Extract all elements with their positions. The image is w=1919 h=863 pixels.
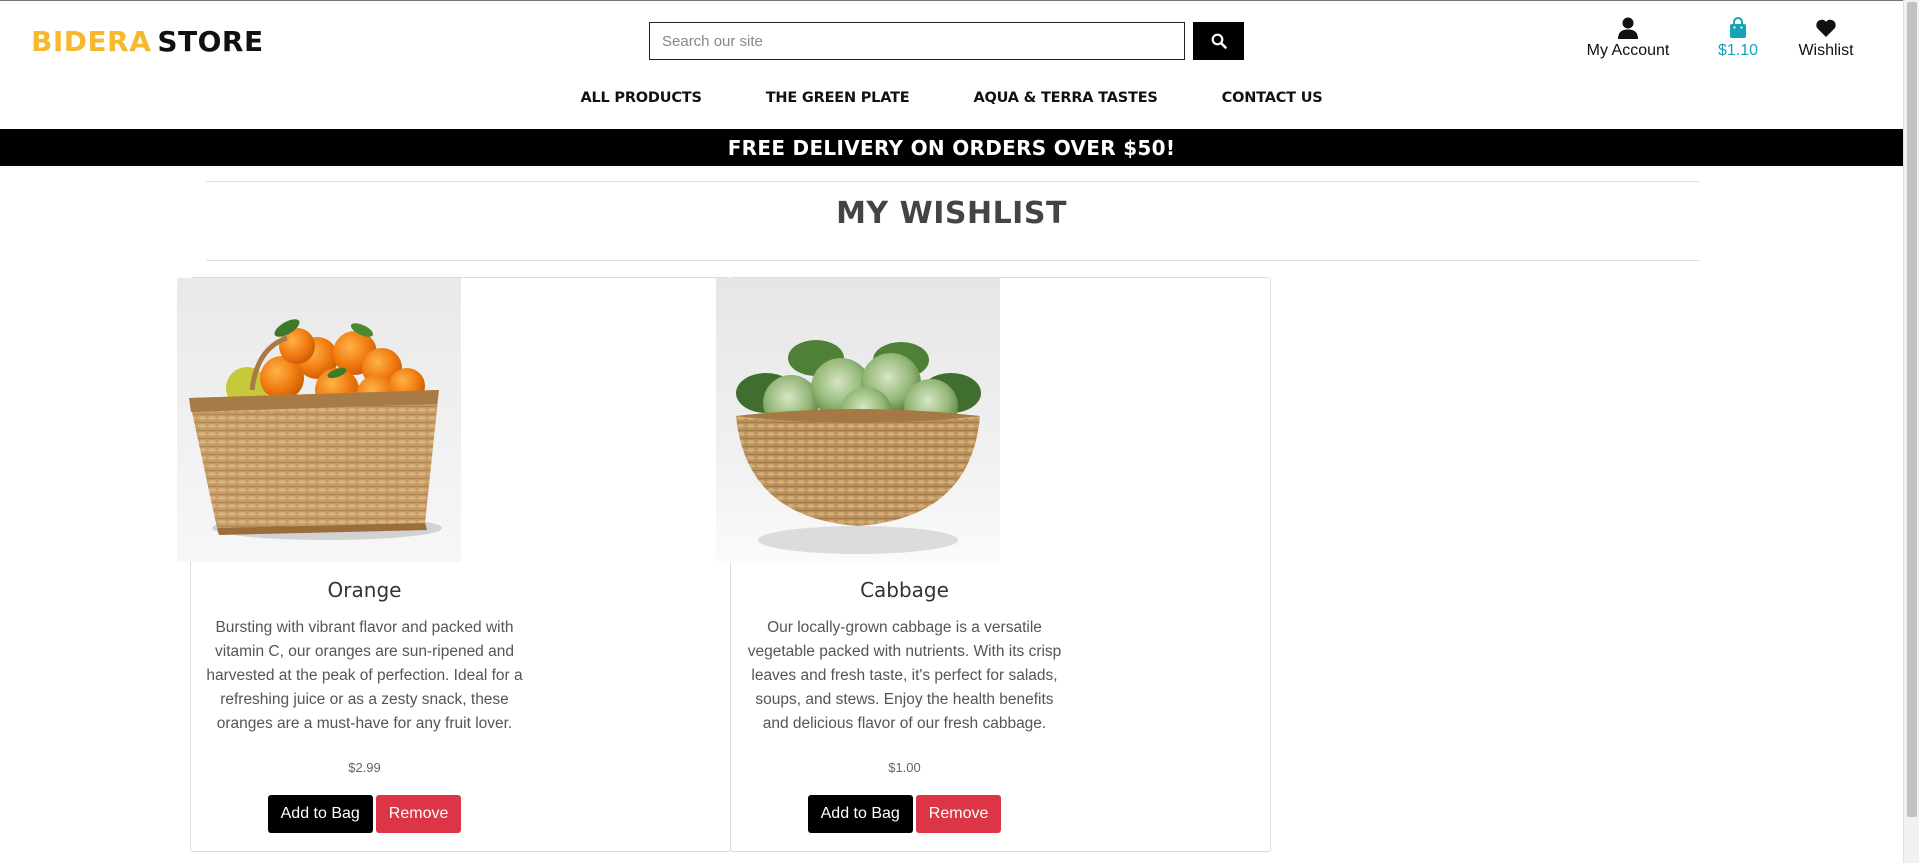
card-actions: Add to Bag Remove bbox=[731, 795, 1078, 833]
delivery-banner: Free delivery on orders over $50! bbox=[0, 129, 1903, 166]
remove-button[interactable]: Remove bbox=[375, 795, 462, 833]
shopping-bag-icon bbox=[1729, 15, 1747, 41]
wishlist-link[interactable]: Wishlist bbox=[1778, 15, 1874, 60]
card-body: Orange Bursting with vibrant flavor and … bbox=[191, 578, 538, 736]
nav-item-the-green-plate[interactable]: The Green Plate bbox=[734, 90, 942, 106]
product-description: Our locally-grown cabbage is a versatile… bbox=[747, 619, 1062, 732]
delivery-banner-text: Free delivery on orders over $50! bbox=[727, 135, 1176, 160]
bag-total: $1.10 bbox=[1717, 42, 1759, 59]
user-icon bbox=[1618, 15, 1638, 41]
title-divider-bottom bbox=[206, 260, 1699, 261]
product-name: Cabbage bbox=[860, 578, 949, 602]
product-description: Bursting with vibrant flavor and packed … bbox=[206, 619, 523, 732]
page-title: My Wishlist bbox=[836, 196, 1067, 231]
store-logo[interactable]: BIDERA STORE bbox=[31, 25, 264, 58]
product-image-orange[interactable] bbox=[177, 278, 461, 562]
card-body: Cabbage Our locally-grown cabbage is a v… bbox=[731, 578, 1078, 736]
wishlist-card: Cabbage Our locally-grown cabbage is a v… bbox=[716, 277, 1271, 852]
logo-store-text: STORE bbox=[157, 25, 264, 58]
window-top-border bbox=[0, 0, 1919, 1]
header-actions: My Account $1.10 Wishlist bbox=[1558, 15, 1874, 60]
scrollbar-thumb[interactable] bbox=[1907, 2, 1917, 817]
search-button[interactable] bbox=[1193, 22, 1244, 60]
add-to-bag-button[interactable]: Add to Bag bbox=[267, 795, 373, 833]
card-actions: Add to Bag Remove bbox=[191, 795, 538, 833]
remove-button[interactable]: Remove bbox=[915, 795, 1002, 833]
wishlist-card: Orange Bursting with vibrant flavor and … bbox=[177, 277, 731, 852]
nav-item-all-products[interactable]: All Products bbox=[548, 90, 733, 106]
my-account-label: My Account bbox=[1586, 42, 1670, 59]
search-form bbox=[649, 22, 1244, 60]
search-icon bbox=[1211, 33, 1227, 49]
nav-item-contact-us[interactable]: Contact Us bbox=[1190, 90, 1355, 106]
add-to-bag-button[interactable]: Add to Bag bbox=[807, 795, 913, 833]
main-nav: All Products The Green Plate Aqua & Terr… bbox=[0, 90, 1903, 106]
title-divider-top bbox=[206, 181, 1699, 182]
wishlist-label: Wishlist bbox=[1798, 42, 1854, 59]
my-account-link[interactable]: My Account bbox=[1558, 15, 1698, 60]
shopping-bag-link[interactable]: $1.10 bbox=[1698, 15, 1778, 60]
product-price: $2.99 bbox=[348, 760, 381, 775]
product-price: $1.00 bbox=[888, 760, 921, 775]
product-image-cabbage[interactable] bbox=[716, 278, 1000, 562]
page-scrollbar[interactable] bbox=[1903, 0, 1919, 863]
search-input[interactable] bbox=[649, 22, 1185, 60]
heart-icon bbox=[1815, 15, 1837, 41]
nav-item-aqua-terra-tastes[interactable]: Aqua & Terra Tastes bbox=[942, 90, 1190, 106]
product-name: Orange bbox=[327, 578, 402, 602]
logo-brand-text: BIDERA bbox=[31, 25, 152, 58]
